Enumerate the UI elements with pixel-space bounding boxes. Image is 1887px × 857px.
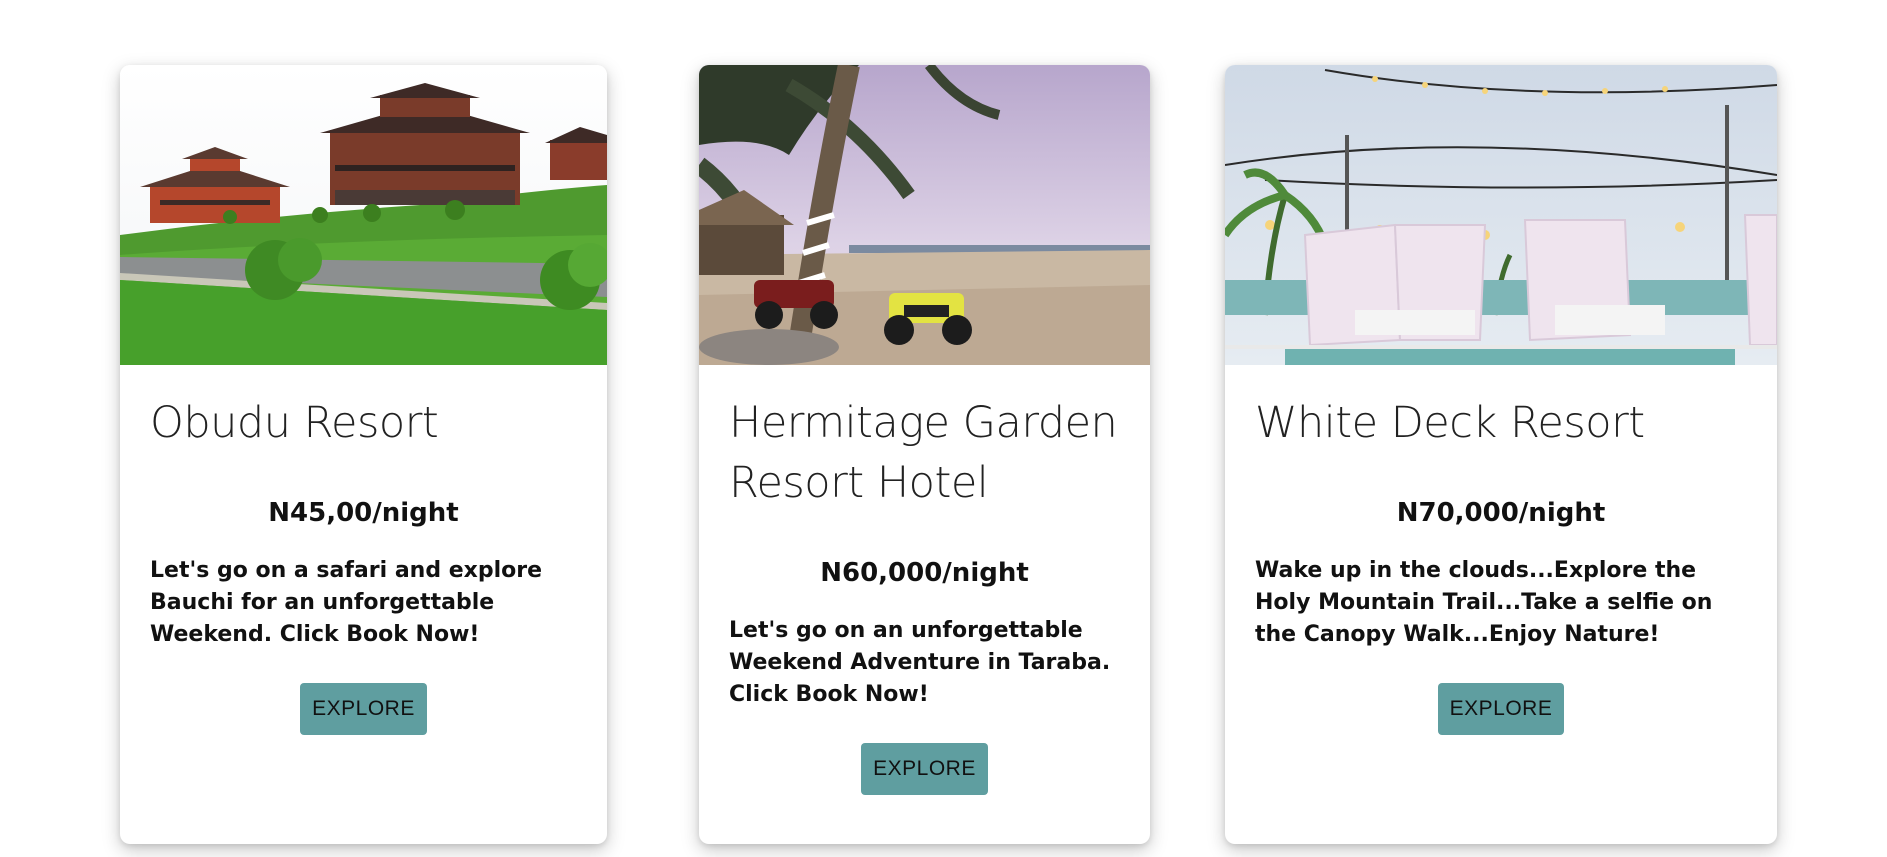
resort-title: Obudu Resort (150, 398, 439, 448)
explore-button[interactable]: EXPLORE (1437, 683, 1565, 735)
resort-price: N70,000/night (1396, 498, 1606, 528)
resort-card-hermitage: Hermitage Garden Resort Hotel N60,000/ni… (699, 65, 1150, 844)
resort-photo-obudu (120, 65, 607, 365)
resort-card-obudu: Obudu Resort N45,00/night Let's go on a … (120, 65, 607, 844)
resort-photo-white-deck (1225, 65, 1777, 365)
resort-title: White Deck Resort (1255, 398, 1645, 448)
resort-card-white-deck: White Deck Resort N70,000/night Wake up … (1225, 65, 1777, 844)
resort-price: N60,000/night (820, 558, 1029, 588)
resort-photo-hermitage (699, 65, 1150, 365)
resort-description: Wake up in the clouds...Explore the Holy… (1255, 558, 1713, 647)
explore-button[interactable]: EXPLORE (861, 743, 988, 795)
resort-description: Let's go on a safari and explore Bauchi … (150, 558, 543, 647)
resort-description: Let's go on an unforgettable Weekend Adv… (729, 618, 1111, 707)
explore-button[interactable]: EXPLORE (300, 683, 427, 735)
resort-price: N45,00/night (268, 498, 459, 528)
resort-title: Hermitage Garden Resort Hotel (729, 398, 1118, 508)
